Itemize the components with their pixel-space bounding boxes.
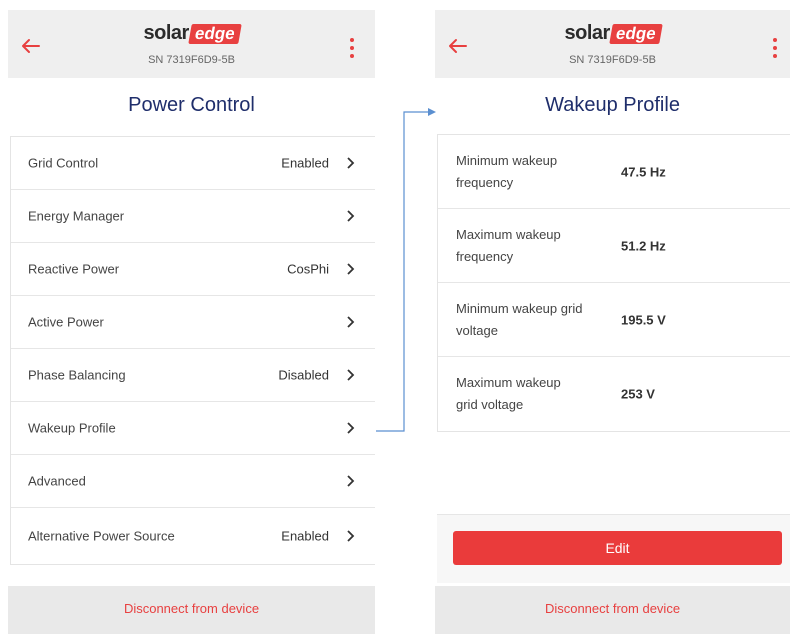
menu-item-label: Wakeup Profile xyxy=(28,420,116,436)
param-row-min-voltage: Minimum wakeup grid voltage 195.5 V xyxy=(438,283,790,357)
disconnect-button[interactable]: Disconnect from device xyxy=(8,586,375,634)
chevron-right-icon xyxy=(347,157,355,169)
menu-item-label: Alternative Power Source xyxy=(28,528,175,544)
menu-item-label: Active Power xyxy=(28,314,104,330)
edit-area: Edit xyxy=(437,514,790,583)
chevron-right-icon xyxy=(347,475,355,487)
serial-number: SN 7319F6D9-5B xyxy=(569,54,656,66)
disconnect-button[interactable]: Disconnect from device xyxy=(435,586,790,634)
solaredge-logo: solar edge xyxy=(565,22,663,46)
menu-item-value: Enabled xyxy=(281,528,329,544)
param-label: Minimum wakeup frequency xyxy=(456,152,558,190)
chevron-right-icon xyxy=(347,316,355,328)
menu-item-label: Phase Balancing xyxy=(28,367,126,383)
param-row-max-frequency: Maximum wakeup frequency 51.2 Hz xyxy=(438,209,790,283)
param-label: Maximum wakeup grid voltage xyxy=(456,375,561,412)
menu-item-energy-manager[interactable]: Energy Manager xyxy=(11,190,375,243)
menu-item-wakeup-profile[interactable]: Wakeup Profile xyxy=(11,402,375,455)
wakeup-param-list: Minimum wakeup frequency 47.5 Hz Maximum… xyxy=(437,134,790,432)
app-bar: solar edge SN 7319F6D9-5B xyxy=(435,10,790,78)
page-title: Wakeup Profile xyxy=(545,94,680,116)
param-row-max-voltage: Maximum wakeup grid voltage 253 V xyxy=(438,357,790,431)
menu-item-active-power[interactable]: Active Power xyxy=(11,296,375,349)
chevron-right-icon xyxy=(347,369,355,381)
param-row-min-frequency: Minimum wakeup frequency 47.5 Hz xyxy=(438,135,790,209)
serial-number: SN 7319F6D9-5B xyxy=(148,54,235,66)
menu-item-alternative-power-source[interactable]: Alternative Power Source Enabled xyxy=(11,508,375,564)
chevron-right-icon xyxy=(347,422,355,434)
menu-item-label: Reactive Power xyxy=(28,261,120,277)
menu-item-advanced[interactable]: Advanced xyxy=(11,455,375,508)
menu-item-label: Advanced xyxy=(28,473,86,489)
param-label: Maximum wakeup frequency xyxy=(456,226,561,264)
chevron-right-icon xyxy=(347,530,355,542)
back-arrow-icon[interactable] xyxy=(20,38,40,54)
chevron-right-icon xyxy=(347,263,355,275)
back-arrow-icon[interactable] xyxy=(447,38,467,54)
menu-item-value: Enabled xyxy=(281,155,329,171)
more-vertical-icon[interactable] xyxy=(772,37,778,59)
solaredge-logo: solar edge xyxy=(144,22,242,46)
chevron-right-icon xyxy=(347,210,355,222)
param-value: 253 V xyxy=(621,386,655,402)
menu-item-value: CosPhi xyxy=(287,261,329,277)
more-vertical-icon[interactable] xyxy=(349,37,355,59)
param-value: 47.5 Hz xyxy=(621,164,666,179)
menu-item-reactive-power[interactable]: Reactive Power CosPhi xyxy=(11,243,375,296)
menu-item-grid-control[interactable]: Grid Control Enabled xyxy=(11,137,375,190)
param-label: Minimum wakeup grid voltage xyxy=(456,300,583,338)
menu-item-phase-balancing[interactable]: Phase Balancing Disabled xyxy=(11,349,375,402)
param-value: 195.5 V xyxy=(621,312,666,327)
menu-item-label: Energy Manager xyxy=(28,208,125,224)
app-bar: solar edge SN 7319F6D9-5B xyxy=(8,10,375,78)
param-value: 51.2 Hz xyxy=(621,238,666,253)
edit-button[interactable]: Edit xyxy=(453,531,782,565)
power-control-menu: Grid Control Enabled Energy Manager Reac… xyxy=(10,136,375,565)
page-title: Power Control xyxy=(128,94,255,116)
power-control-screen: solar edge SN 7319F6D9-5B Power Control G… xyxy=(8,10,375,634)
menu-item-label: Grid Control xyxy=(28,155,99,171)
menu-item-value: Disabled xyxy=(278,367,329,383)
wakeup-profile-screen: solar edge SN 7319F6D9-5B Wakeup Profile … xyxy=(435,10,790,634)
